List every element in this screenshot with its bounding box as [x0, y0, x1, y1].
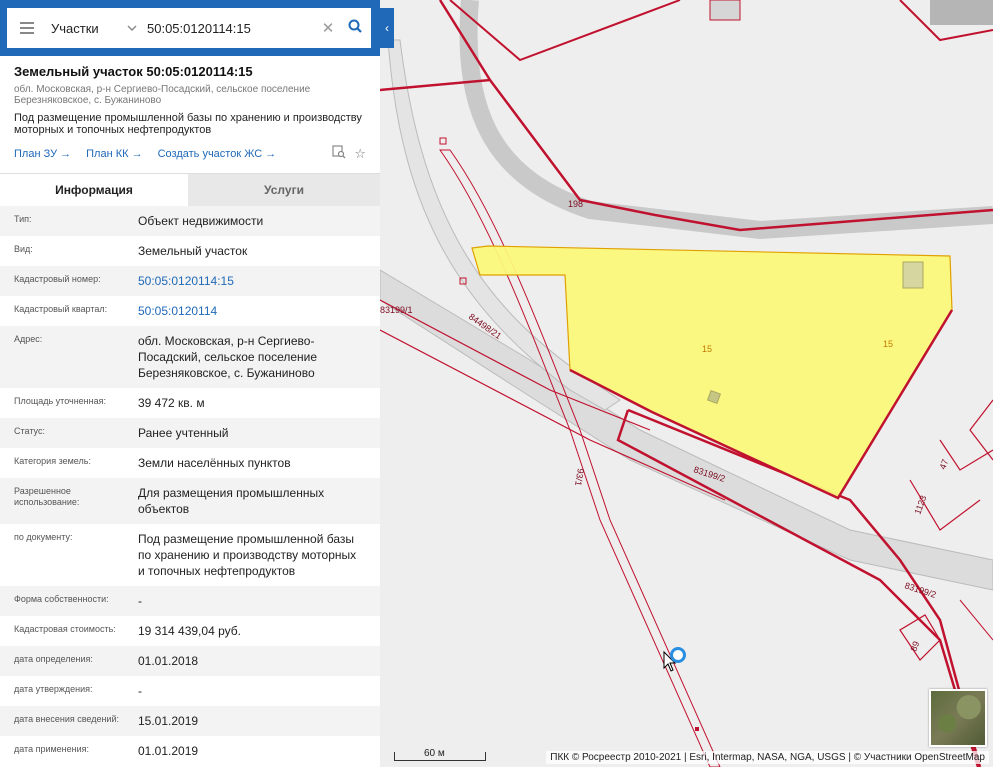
attribute-label: Вид:	[14, 244, 33, 254]
road-top	[459, 0, 993, 240]
layer-select[interactable]: Участки	[47, 21, 127, 36]
attribute-label: Площадь уточненная:	[14, 396, 106, 406]
attribute-label: Категория земель:	[14, 456, 91, 466]
attribute-label: Кадастровый номер:	[14, 274, 101, 284]
attribute-label: по документу:	[14, 532, 73, 542]
attribute-label: Адрес:	[14, 334, 43, 344]
attribute-row: дата утверждения: -	[0, 676, 380, 706]
attribute-value-link[interactable]: 50:05:0120114:15	[138, 273, 380, 289]
collapse-panel-button[interactable]: ‹	[380, 8, 394, 48]
boundary-east-2	[959, 599, 993, 641]
attribute-row: по документу: Под размещение промышленной…	[0, 524, 380, 586]
attribute-row: дата определения: 01.01.2018	[0, 646, 380, 676]
attribute-label: дата определения:	[14, 654, 93, 664]
attribute-value: Земли населённых пунктов	[138, 456, 291, 470]
attribute-value: 01.01.2019	[138, 744, 199, 758]
attribute-label: Кадастровый квартал:	[14, 304, 108, 314]
chevron-left-icon: ‹	[385, 21, 389, 35]
attribute-row: Кадастровый квартал: 50:05:0120114	[0, 296, 380, 326]
attribute-table: Тип: Объект недвижимости Вид: Земельный уча…	[0, 206, 380, 766]
attribute-label: Статус:	[14, 426, 45, 436]
search-input[interactable]: 50:05:0120114:15	[143, 21, 317, 36]
parcel-address: обл. Московская, р-н Сергиево-Посадский,…	[14, 84, 311, 106]
attribute-row: дата применения: 01.01.2019	[0, 736, 380, 766]
attribute-value: обл. Московская, р-н Сергиево-Посадский,…	[138, 334, 318, 380]
info-panel: Участки 50:05:0120114:15 ✕ Земельный уча…	[0, 0, 380, 767]
search-icon[interactable]	[339, 19, 371, 38]
search-box: Участки 50:05:0120114:15 ✕	[7, 8, 371, 48]
find-on-map-icon[interactable]	[332, 145, 346, 162]
attribute-row: дата внесения сведений: 15.01.2019	[0, 706, 380, 736]
parcel-links: План ЗУ → План КК → Создать участок ЖС →…	[14, 145, 366, 162]
label-198: 198	[568, 199, 583, 209]
attribute-value-link[interactable]: 50:05:0120114	[138, 303, 380, 319]
parcel-purpose: Под размещение промышленной базы по хран…	[14, 112, 362, 136]
map-canvas[interactable]: 198 15 15 84498/21 83199/1 83199/2 83199…	[380, 0, 993, 767]
plan-kk-link[interactable]: План КК →	[86, 148, 142, 160]
label-93-1: 93/1	[573, 468, 586, 487]
plan-zu-link[interactable]: План ЗУ →	[14, 148, 71, 160]
boundary-east-1	[969, 399, 993, 461]
tab-services[interactable]: Услуги	[188, 174, 380, 206]
attribute-value: 19 314 439,04 руб.	[138, 624, 241, 638]
label-15b: 15	[883, 339, 893, 349]
map-attribution: ПКК © Росреестр 2010-2021 | Esri, Interm…	[546, 751, 989, 764]
label-89: 89	[908, 640, 921, 653]
location-marker-icon[interactable]	[670, 647, 686, 663]
point-c	[695, 727, 699, 731]
attribute-value: 39 472 кв. м	[138, 396, 205, 410]
label-83199-1: 83199/1	[380, 305, 413, 315]
attribute-row: Тип: Объект недвижимости	[0, 206, 380, 236]
attribute-label: дата применения:	[14, 744, 90, 754]
attribute-label: Тип:	[14, 214, 32, 224]
create-parcel-link[interactable]: Создать участок ЖС →	[158, 148, 277, 160]
attribute-label: Кадастровая стоимость:	[14, 624, 116, 634]
tab-info[interactable]: Информация	[0, 174, 188, 206]
attribute-value: 01.01.2018	[138, 654, 199, 668]
boundary-north	[449, 0, 681, 62]
parcel-header: Земельный участок 50:05:0120114:15 обл. …	[0, 56, 380, 162]
attribute-value: -	[138, 594, 142, 608]
attribute-label: дата внесения сведений:	[14, 714, 119, 724]
cadastral-map[interactable]: 198 15 15 84498/21 83199/1 83199/2 83199…	[380, 0, 993, 767]
clear-icon[interactable]: ✕	[317, 19, 339, 37]
attribute-row: Разрешенное использование: Для размещения…	[0, 478, 380, 524]
point-a	[439, 137, 447, 145]
attribute-row: Вид: Земельный участок	[0, 236, 380, 266]
attribute-value: -	[138, 684, 142, 698]
attribute-value: Ранее учтенный	[138, 426, 229, 440]
attribute-row: Площадь уточненная: 39 472 кв. м	[0, 388, 380, 418]
attribute-row: Форма собственности: -	[0, 586, 380, 616]
parcel-building-1	[902, 261, 924, 289]
label-1123: 1123	[912, 494, 928, 516]
attribute-value: Для размещения промышленных объектов	[138, 486, 325, 516]
attribute-label: Форма собственности:	[14, 594, 109, 604]
attribute-value: Под размещение промышленной базы по хран…	[138, 532, 357, 578]
search-bar: Участки 50:05:0120114:15 ✕	[0, 0, 380, 56]
attribute-value: Земельный участок	[138, 244, 248, 258]
scale-label: 60 м	[424, 748, 445, 759]
label-83199-2b: 83199/2	[903, 580, 937, 600]
attribute-row: Кадастровый номер: 50:05:0120114:15	[0, 266, 380, 296]
parcel-title: Земельный участок 50:05:0120114:15	[14, 64, 253, 79]
attribute-label: Разрешенное использование:	[14, 486, 80, 507]
attribute-label: дата утверждения:	[14, 684, 93, 694]
attribute-value: Объект недвижимости	[138, 214, 264, 228]
menu-icon[interactable]	[7, 8, 47, 48]
attribute-row: Категория земель: Земли населённых пункто…	[0, 448, 380, 478]
label-47: 47	[937, 458, 950, 471]
building-top-right	[930, 0, 993, 25]
attribute-row: Статус: Ранее учтенный	[0, 418, 380, 448]
label-15a: 15	[702, 344, 712, 354]
attribute-value: 15.01.2019	[138, 714, 199, 728]
chevron-down-icon[interactable]	[127, 22, 143, 34]
attribute-row: Кадастровая стоимость: 19 314 439,04 руб.	[0, 616, 380, 646]
attribute-row: Адрес: обл. Московская, р-н Сергиево-Поса…	[0, 326, 380, 388]
basemap-switcher[interactable]	[929, 689, 987, 747]
star-icon[interactable]: ☆	[354, 146, 366, 162]
building-top	[709, 0, 741, 21]
tab-bar: Информация Услуги	[0, 173, 380, 206]
